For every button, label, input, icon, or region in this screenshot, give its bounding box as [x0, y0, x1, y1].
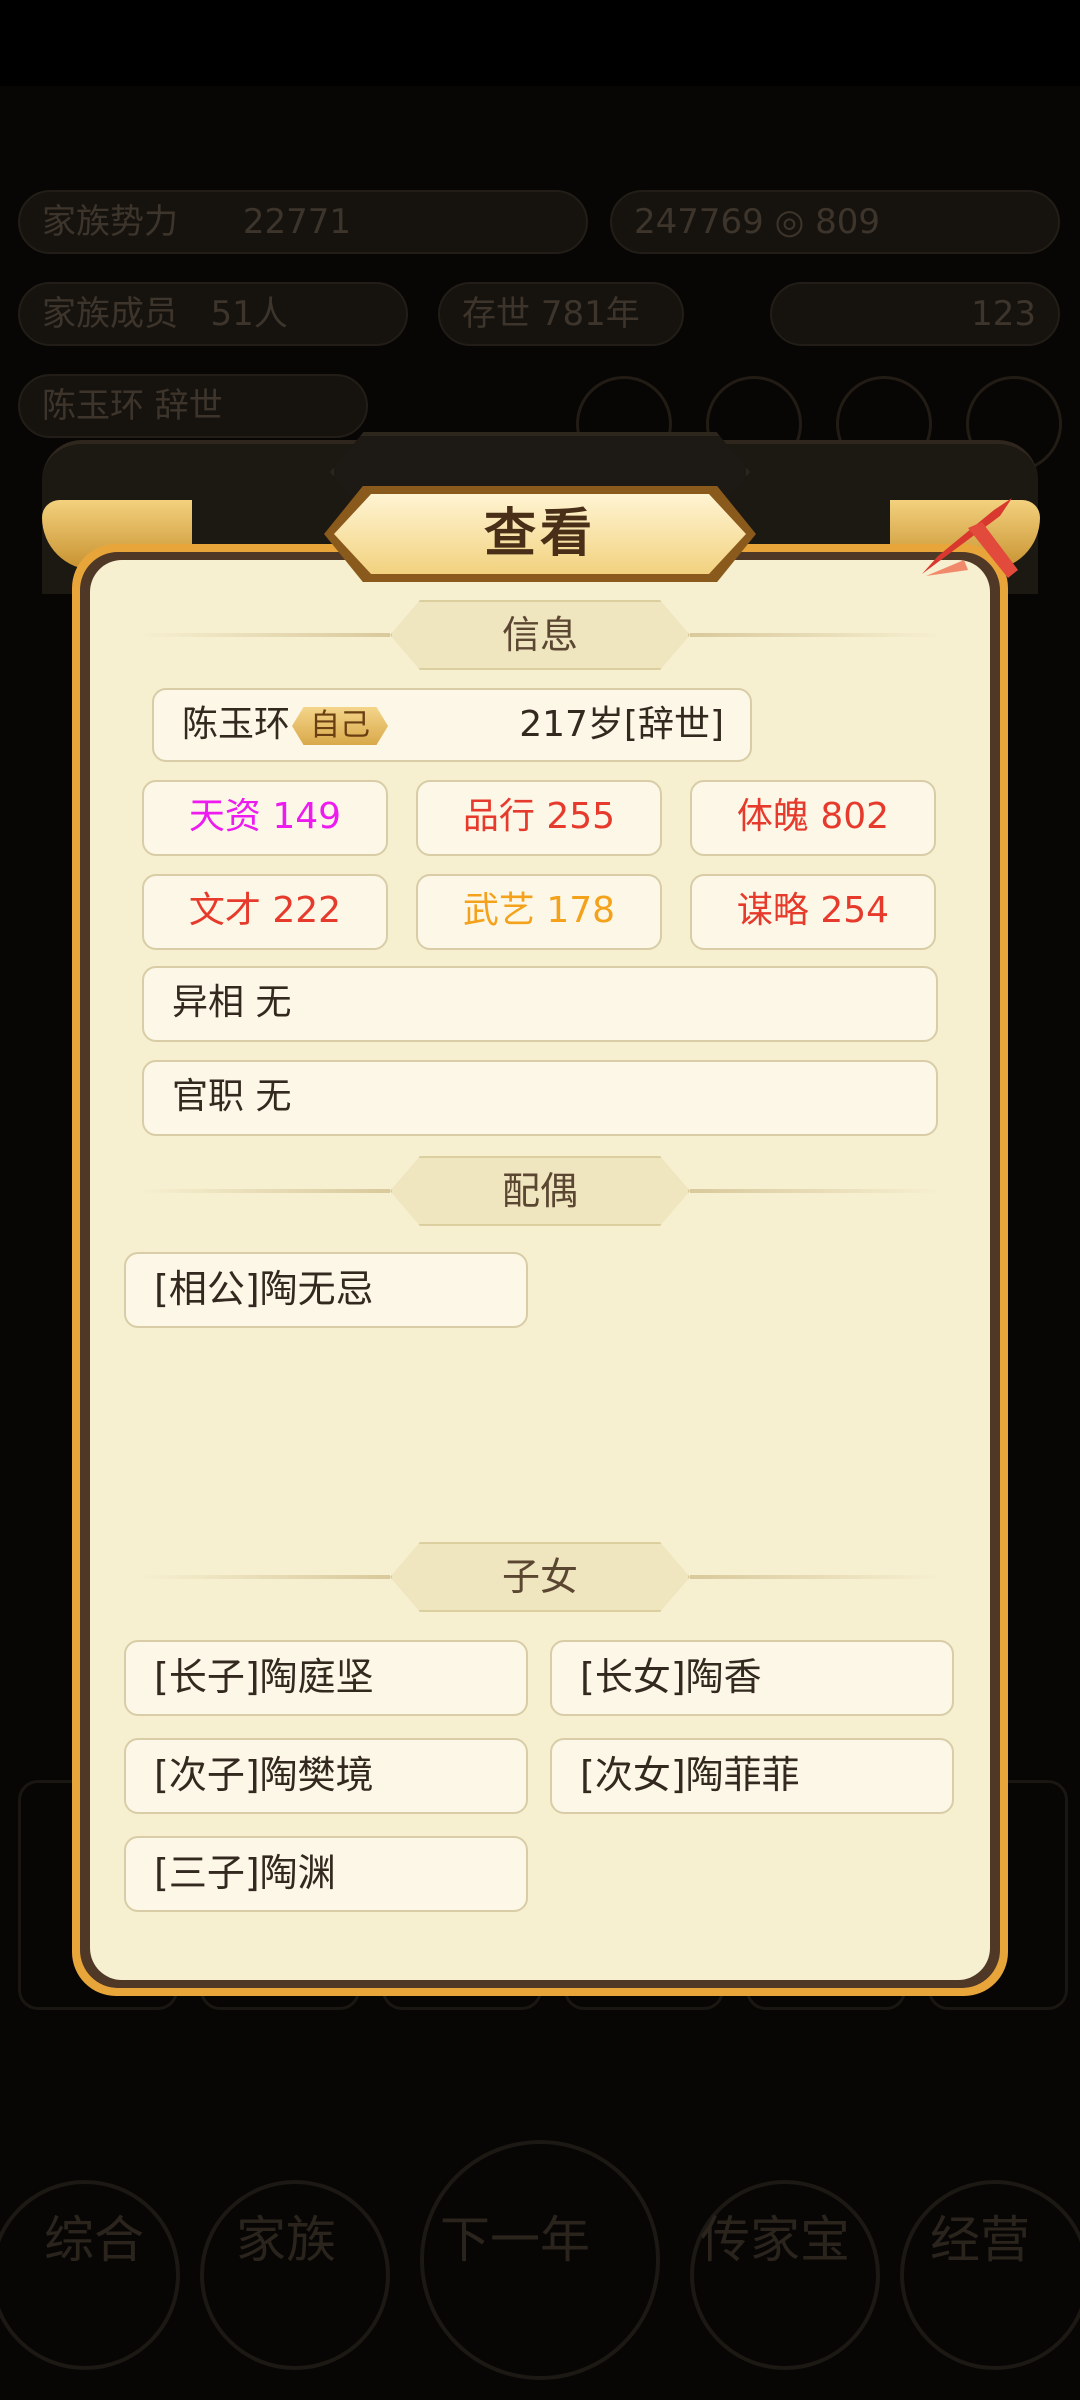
bg-member-count-pill: 家族成员 51人 [18, 282, 408, 346]
child-item[interactable]: [长子]陶庭坚 [124, 1640, 528, 1716]
bg-years-pill: 存世 781年 [438, 282, 684, 346]
section-title-spouse: 配偶 [390, 1156, 690, 1226]
person-name: 陈玉环 [182, 704, 291, 745]
bg-coin-pill: 123 [770, 282, 1060, 346]
divider-line [690, 1575, 940, 1579]
section-title-info: 信息 [390, 600, 690, 670]
status-bar [0, 0, 1080, 86]
bg-nav-next-year: 下一年 [440, 2211, 590, 2269]
trait-office-row: 官职 无 [142, 1060, 938, 1136]
section-title-children: 子女 [390, 1542, 690, 1612]
divider-line [690, 1189, 940, 1193]
dialog-title: 查看 [334, 494, 746, 574]
stat-martial: 武艺 178 [416, 874, 662, 950]
bg-nav-overview: 综合 [44, 2211, 144, 2269]
section-header-spouse: 配偶 [140, 1156, 940, 1226]
stat-physique: 体魄 802 [690, 780, 936, 856]
person-name-row: 陈玉环 自己 217岁[辞世] [152, 688, 752, 762]
trait-label: 异相 [172, 982, 245, 1023]
divider-line [140, 1189, 390, 1193]
bg-currency-pill: 247769 ◎ 809 [610, 190, 1060, 254]
child-item[interactable]: [次女]陶菲菲 [550, 1738, 954, 1814]
spouse-item[interactable]: [相公]陶无忌 [124, 1252, 528, 1328]
stat-literary: 文才 222 [142, 874, 388, 950]
bg-family-power-pill: 家族势力 22771 [18, 190, 588, 254]
trait-value: 无 [255, 982, 292, 1023]
stat-strategy: 谋略 254 [690, 874, 936, 950]
trait-appearance-row: 异相 无 [142, 966, 938, 1042]
stat-talent: 天资 149 [142, 780, 388, 856]
bg-nav-business: 经营 [930, 2211, 1030, 2269]
stat-conduct: 品行 255 [416, 780, 662, 856]
divider-line [690, 633, 940, 637]
close-button[interactable] [908, 486, 1028, 596]
section-header-info: 信息 [140, 600, 940, 670]
child-item[interactable]: [三子]陶渊 [124, 1836, 528, 1912]
self-badge: 自己 [292, 707, 389, 745]
section-header-children: 子女 [140, 1542, 940, 1612]
trait-label: 官职 [172, 1076, 245, 1117]
child-item[interactable]: [次子]陶樊境 [124, 1738, 528, 1814]
bg-nav-family: 家族 [236, 2211, 336, 2269]
trait-value: 无 [255, 1076, 292, 1117]
bg-nav-heirloom: 传家宝 [700, 2211, 850, 2269]
person-age-status: 217岁[辞世] [519, 704, 724, 745]
bg-member-pill: 陈玉环 辞世 [18, 374, 368, 438]
divider-line [140, 1575, 390, 1579]
close-icon [922, 498, 1018, 578]
divider-line [140, 633, 390, 637]
child-item[interactable]: [长女]陶香 [550, 1640, 954, 1716]
